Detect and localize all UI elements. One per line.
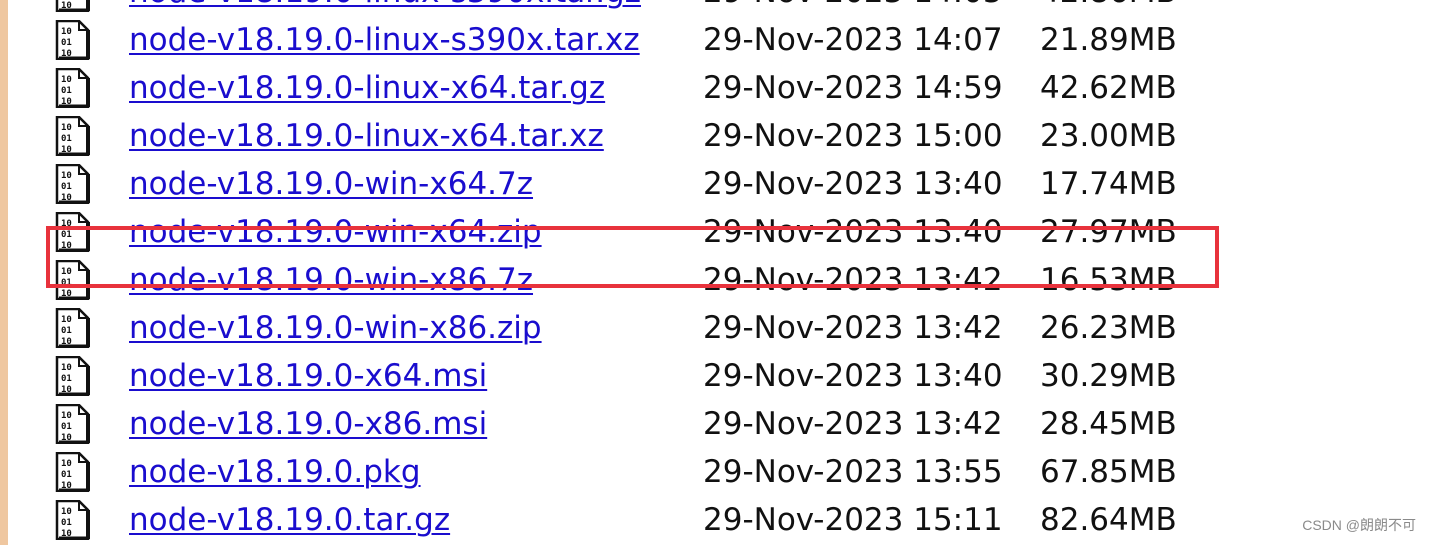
watermark: CSDN @朗朗不可	[1302, 517, 1416, 533]
file-date: 29-Nov-2023 13:40	[703, 358, 1003, 394]
file-row: 10 01 10 node-v18.19.0-win-x64.7z 29-Nov-202…	[0, 159, 1432, 207]
svg-text:10: 10	[61, 385, 72, 395]
svg-text:10: 10	[61, 123, 72, 133]
binary-file-icon: 100110	[52, 451, 92, 493]
file-row: 10 01 10 node-v18.19.0-linux-s390x.tar.xz 29…	[0, 15, 1432, 63]
svg-text:10: 10	[61, 193, 72, 203]
svg-text:10: 10	[61, 411, 72, 421]
svg-text:01: 01	[61, 326, 72, 336]
svg-text:10: 10	[61, 171, 72, 181]
svg-text:10: 10	[61, 433, 72, 443]
file-date: 29-Nov-2023 14:59	[703, 70, 1003, 106]
binary-file-icon: 100110	[52, 163, 92, 205]
file-link[interactable]: node-v18.19.0-linux-s390x.tar.xz	[129, 22, 640, 58]
svg-text:10: 10	[61, 97, 72, 107]
file-size: 27.97MB	[1040, 214, 1177, 250]
svg-text:10: 10	[61, 1, 72, 11]
file-size: 82.64MB	[1040, 502, 1177, 538]
svg-text:01: 01	[61, 422, 72, 432]
file-link[interactable]: node-v18.19.0-win-x86.zip	[129, 310, 542, 346]
file-link[interactable]: node-v18.19.0-x86.msi	[129, 406, 487, 442]
file-date: 29-Nov-2023 13:42	[703, 406, 1003, 442]
svg-text:10: 10	[61, 241, 72, 251]
file-link[interactable]: node-v18.19.0-win-x86.7z	[129, 262, 533, 298]
svg-text:01: 01	[61, 470, 72, 480]
file-date: 29-Nov-2023 15:00	[703, 118, 1003, 154]
svg-text:01: 01	[61, 230, 72, 240]
file-row: 10 01 10 node-v18.19.0-linux-x64.tar.xz 29-N…	[0, 111, 1432, 159]
file-size: 26.23MB	[1040, 310, 1177, 346]
file-row-highlighted: 10 01 10 node-v18.19.0-win-x64.zip 29-Nov-20…	[0, 207, 1432, 255]
file-size: 21.89MB	[1040, 22, 1177, 58]
svg-text:01: 01	[61, 374, 72, 384]
file-row: 10 01 10 node-v18.19.0-linux-x64.tar.gz 29-N…	[0, 63, 1432, 111]
file-size: 67.85MB	[1040, 454, 1177, 490]
binary-file-icon: 100110	[52, 355, 92, 397]
file-link[interactable]: node-v18.19.0-win-x64.7z	[129, 166, 533, 202]
svg-text:01: 01	[61, 86, 72, 96]
file-list: 100110node-v18.19.0-linux-s390x.tar.gz29…	[0, 0, 1432, 543]
file-size: 17.74MB	[1040, 166, 1177, 202]
binary-file-icon: 100110	[52, 0, 92, 13]
svg-text:10: 10	[61, 529, 72, 539]
svg-text:10: 10	[61, 337, 72, 347]
svg-text:10: 10	[61, 507, 72, 517]
file-date: 29-Nov-2023 13:40	[703, 214, 1003, 250]
file-size: 30.29MB	[1040, 358, 1177, 394]
file-link[interactable]: node-v18.19.0.pkg	[129, 454, 421, 490]
svg-text:10: 10	[61, 219, 72, 229]
file-date: 29-Nov-2023 13:55	[703, 454, 1003, 490]
binary-file-icon: 100110	[52, 19, 92, 61]
file-date: 29-Nov-2023 13:42	[703, 310, 1003, 346]
file-link[interactable]: node-v18.19.0.tar.gz	[129, 502, 450, 538]
binary-file-icon: 100110	[52, 259, 92, 301]
svg-text:01: 01	[61, 278, 72, 288]
file-link[interactable]: node-v18.19.0-linux-s390x.tar.gz	[129, 0, 641, 10]
svg-text:01: 01	[61, 38, 72, 48]
binary-file-icon: 100110	[52, 115, 92, 157]
svg-text:10: 10	[61, 289, 72, 299]
file-size: 16.53MB	[1040, 262, 1177, 298]
svg-text:01: 01	[61, 134, 72, 144]
file-row: 10 01 10 node-v18.19.0-win-x86.7z 29-Nov-202…	[0, 255, 1432, 303]
file-row: 10 01 10 node-v18.19.0.tar.gz 29-Nov-2023 15…	[0, 495, 1432, 543]
file-row: 10 01 10 node-v18.19.0.pkg 29-Nov-2023 13:55…	[0, 447, 1432, 495]
file-date: 29-Nov-2023 14:07	[703, 22, 1003, 58]
file-date: 29-Nov-2023 13:40	[703, 166, 1003, 202]
file-link[interactable]: node-v18.19.0-x64.msi	[129, 358, 487, 394]
svg-text:10: 10	[61, 145, 72, 155]
binary-file-icon: 100110	[52, 67, 92, 109]
svg-text:01: 01	[61, 518, 72, 528]
file-size: 28.45MB	[1040, 406, 1177, 442]
binary-file-icon: 100110	[52, 211, 92, 253]
svg-text:01: 01	[61, 182, 72, 192]
svg-text:10: 10	[61, 27, 72, 37]
file-link[interactable]: node-v18.19.0-win-x64.zip	[129, 214, 542, 250]
svg-text:10: 10	[61, 315, 72, 325]
file-date: 29-Nov-2023 13:42	[703, 262, 1003, 298]
file-size: 42.86MB	[1040, 0, 1177, 10]
file-row: 10 01 10 node-v18.19.0-win-x86.zip 29-Nov-20…	[0, 303, 1432, 351]
svg-text:10: 10	[61, 49, 72, 59]
file-date: 29-Nov-2023 14:05	[703, 0, 1003, 10]
file-size: 42.62MB	[1040, 70, 1177, 106]
file-date: 29-Nov-2023 15:11	[703, 502, 1003, 538]
directory-listing-page: 100110node-v18.19.0-linux-s390x.tar.gz29…	[0, 0, 1432, 545]
file-link[interactable]: node-v18.19.0-linux-x64.tar.gz	[129, 70, 605, 106]
svg-text:10: 10	[61, 481, 72, 491]
binary-file-icon: 100110	[52, 403, 92, 445]
file-size: 23.00MB	[1040, 118, 1177, 154]
file-row: 100110 node-v18.19.0-linux-s390x.tar.gz 29…	[0, 0, 1432, 15]
file-row: 10 01 10 node-v18.19.0-x86.msi 29-Nov-2023 1…	[0, 399, 1432, 447]
binary-file-icon: 100110	[52, 307, 92, 349]
svg-text:10: 10	[61, 459, 72, 469]
svg-text:10: 10	[61, 267, 72, 277]
svg-text:10: 10	[61, 75, 72, 85]
binary-file-icon: 100110	[52, 499, 92, 541]
svg-text:10: 10	[61, 363, 72, 373]
file-link[interactable]: node-v18.19.0-linux-x64.tar.xz	[129, 118, 604, 154]
file-row: 10 01 10 node-v18.19.0-x64.msi 29-Nov-2023 1…	[0, 351, 1432, 399]
